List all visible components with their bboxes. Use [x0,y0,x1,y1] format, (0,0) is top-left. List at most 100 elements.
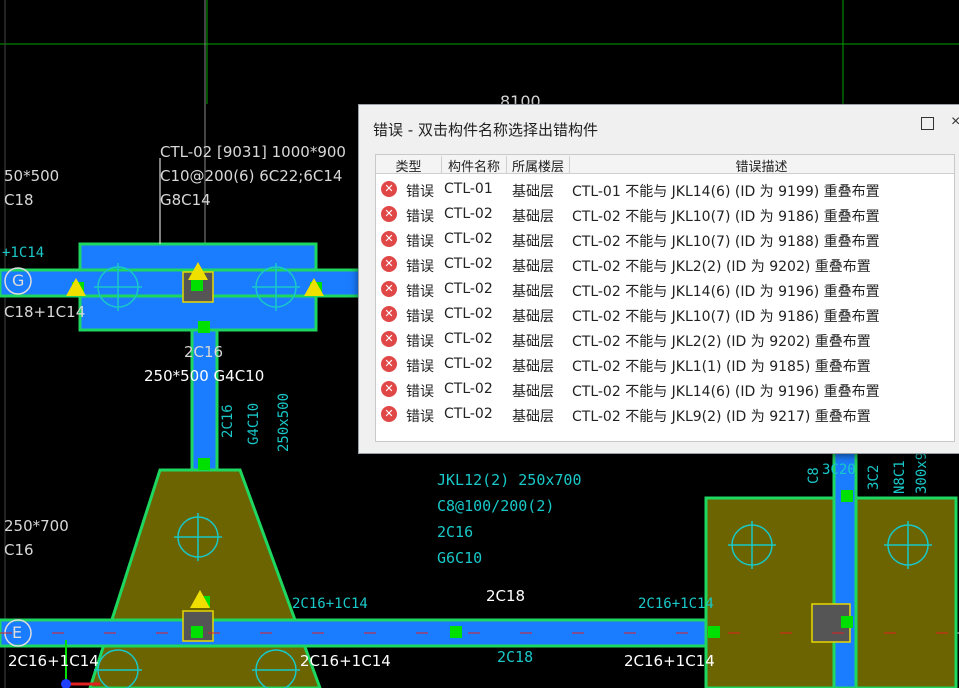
bottom-label-2c16-1c14-c: 2C16+1C14 [8,652,99,670]
cell-floor: 基础层 [512,259,554,275]
bottom-label-2c16-1c14-e: 2C16+1C14 [624,652,715,670]
top-left-partial-label: +1C14 [2,245,45,261]
table-row[interactable]: ✕ 错误 CTL-01 基础层 CTL-01 不能与 JKL14(6) (ID 为 91… [376,178,954,203]
beam-right-vertical[interactable] [832,450,858,688]
cell-desc: CTL-02 不能与 JKL2(2) (ID 为 9202) 重叠布置 [572,259,871,275]
table-row[interactable]: ✕ 错误 CTL-02 基础层 CTL-02 不能与 JKL2(2) (ID 为 920… [376,253,954,278]
beam-vert-label-2: G4C10 [246,402,262,445]
cell-desc: CTL-02 不能与 JKL10(7) (ID 为 9186) 重叠布置 [572,309,880,325]
cell-name[interactable]: CTL-02 [444,306,493,322]
grip-point[interactable] [450,626,462,638]
right-vert-label-3: N8C1 [892,460,908,494]
beam-g[interactable] [0,268,362,298]
error-icon: ✕ [381,206,397,222]
cell-desc: CTL-02 不能与 JKL14(6) (ID 为 9196) 重叠布置 [572,284,880,300]
cell-name[interactable]: CTL-02 [444,281,493,297]
cell-name[interactable]: CTL-02 [444,406,493,422]
cell-type: 错误 [406,409,434,425]
axis-label-g: G [12,271,25,290]
cell-name[interactable]: CTL-02 [444,206,493,222]
right-vert-label-2: 3C2 [866,464,882,490]
cell-desc: CTL-02 不能与 JKL10(7) (ID 为 9186) 重叠布置 [572,209,880,225]
cell-name[interactable]: CTL-02 [444,256,493,272]
cell-name[interactable]: CTL-02 [444,331,493,347]
table-row[interactable]: ✕ 错误 CTL-02 基础层 CTL-02 不能与 JKL9(2) (ID 为 921… [376,403,954,428]
left-label-5: C16 [4,541,34,559]
grip-point[interactable] [198,458,210,470]
jkl-label-1: JKL12(2) 250x700 [437,471,582,489]
jkl-label-4: G6C10 [437,549,483,567]
cell-type: 错误 [406,334,434,350]
table-row[interactable]: ✕ 错误 CTL-02 基础层 CTL-02 不能与 JKL10(7) (ID 为 91… [376,303,954,328]
error-icon: ✕ [381,231,397,247]
column-header-desc[interactable]: 错误描述 [570,156,953,175]
cap-label-line1: CTL-02 [9031] 1000*900 [160,143,346,161]
cell-name[interactable]: CTL-01 [444,181,493,197]
table-row[interactable]: ✕ 错误 CTL-02 基础层 CTL-02 不能与 JKL14(6) (ID 为 91… [376,378,954,403]
error-icon: ✕ [381,356,397,372]
error-icon: ✕ [381,306,397,322]
bottom-label-2c16-1c14-d: 2C16+1C14 [300,652,391,670]
grip-point[interactable] [708,626,720,638]
bottom-label-2c16-1c14-a: 2C16+1C14 [292,596,368,612]
bottom-label-2c18: 2C18 [486,587,526,605]
cell-desc: CTL-02 不能与 JKL1(1) (ID 为 9185) 重叠布置 [572,359,871,375]
cell-floor: 基础层 [512,234,554,250]
table-row[interactable]: ✕ 错误 CTL-02 基础层 CTL-02 不能与 JKL10(7) (ID 为 91… [376,228,954,253]
table-row[interactable]: ✕ 错误 CTL-02 基础层 CTL-02 不能与 JKL1(1) (ID 为 918… [376,353,954,378]
table-row[interactable]: ✕ 错误 CTL-02 基础层 CTL-02 不能与 JKL10(7) (ID 为 91… [376,203,954,228]
left-label-2: C18 [4,191,34,209]
cell-desc: CTL-02 不能与 JKL9(2) (ID 为 9217) 重叠布置 [572,409,871,425]
table-header: 类型 构件名称 所属楼层 错误描述 [376,155,954,175]
cell-floor: 基础层 [512,409,554,425]
error-table[interactable]: 类型 构件名称 所属楼层 错误描述 ✕ 错误 CTL-01 基础层 CTL-01 不能与… [375,154,955,442]
cell-floor: 基础层 [512,334,554,350]
column-header-name[interactable]: 构件名称 [442,156,507,175]
left-label-3: C18+1C14 [4,303,86,321]
cell-floor: 基础层 [512,284,554,300]
cell-desc: CTL-01 不能与 JKL14(6) (ID 为 9199) 重叠布置 [572,184,880,200]
cell-floor: 基础层 [512,309,554,325]
grip-point[interactable] [841,616,853,628]
cell-type: 错误 [406,209,434,225]
cell-type: 错误 [406,184,434,200]
maximize-button[interactable] [921,117,934,130]
beam-label-250x500: 250*500 G4C10 [144,367,265,385]
table-row[interactable]: ✕ 错误 CTL-02 基础层 CTL-02 不能与 JKL2(2) (ID 为 920… [376,328,954,353]
cap-label-line3: G8C14 [160,191,211,209]
beam-vert-label-1: 2C16 [220,404,236,438]
error-icon: ✕ [381,281,397,297]
error-dialog[interactable]: 错误 - 双击构件名称选择出错构件 × 类型 构件名称 所属楼层 错误描述 ✕ 错… [358,104,959,454]
cell-type: 错误 [406,384,434,400]
right-vert-label-1: C8 [806,467,822,484]
left-label-1: 50*500 [4,167,60,185]
beam-vert-label-3: 250x500 [276,392,292,452]
grip-point[interactable] [191,279,203,291]
close-button[interactable]: × [951,113,959,131]
cell-name[interactable]: CTL-02 [444,381,493,397]
grip-point[interactable] [198,321,210,333]
cell-floor: 基础层 [512,384,554,400]
bottom-label-2c16-1c14-b: 2C16+1C14 [638,596,714,612]
jkl-label-2: C8@100/200(2) [437,497,555,515]
right-label-3c20: 3C20 [822,462,856,478]
jkl-label-3: 2C16 [437,523,474,541]
cell-type: 错误 [406,309,434,325]
column-header-floor[interactable]: 所属楼层 [507,156,570,175]
right-vert-label-4: 300x9 [914,451,930,494]
error-icon: ✕ [381,406,397,422]
cell-floor: 基础层 [512,359,554,375]
error-icon: ✕ [381,331,397,347]
cell-floor: 基础层 [512,184,554,200]
footing-trapezoid[interactable] [88,468,322,688]
error-icon: ✕ [381,256,397,272]
cell-desc: CTL-02 不能与 JKL10(7) (ID 为 9188) 重叠布置 [572,234,880,250]
cell-name[interactable]: CTL-02 [444,231,493,247]
axis-label-e: E [12,623,23,642]
grip-point[interactable] [191,626,203,638]
grip-point[interactable] [841,490,853,502]
column-header-type[interactable]: 类型 [376,156,442,175]
cell-name[interactable]: CTL-02 [444,356,493,372]
bottom-label-2c18-cyan: 2C18 [497,648,534,666]
table-row[interactable]: ✕ 错误 CTL-02 基础层 CTL-02 不能与 JKL14(6) (ID 为 91… [376,278,954,303]
